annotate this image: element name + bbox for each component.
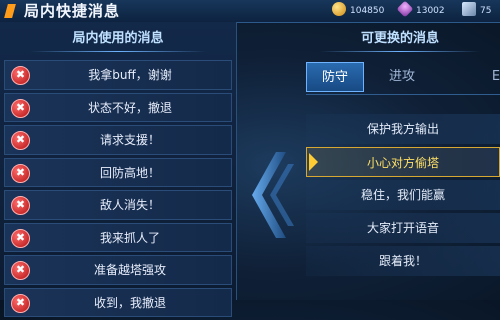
option-item[interactable]: 保护我方输出 bbox=[306, 114, 500, 144]
page-title-text: 局内快捷消息 bbox=[24, 2, 121, 20]
delete-icon[interactable]: ✖ bbox=[11, 228, 30, 248]
gold-coin-icon bbox=[332, 2, 346, 16]
option-item[interactable]: 稳住，我们能赢 bbox=[306, 180, 500, 210]
option-text: 小心对方偷塔 bbox=[366, 156, 439, 170]
message-text: 状态不好，撤退 bbox=[87, 100, 172, 115]
title-accent-mark bbox=[4, 4, 16, 18]
message-text: 请求支援！ bbox=[99, 133, 160, 147]
message-slot[interactable]: ✖ 我拿buff，谢谢 bbox=[4, 60, 232, 90]
option-item[interactable]: 大家打开语音 bbox=[306, 213, 500, 243]
selected-arrow-icon bbox=[309, 153, 318, 171]
tab-attack[interactable]: 进攻 bbox=[372, 62, 432, 92]
message-slot[interactable]: ✖ 状态不好，撤退 bbox=[4, 92, 232, 122]
in-game-messages-title: 局内使用的消息 bbox=[0, 28, 236, 52]
replaceable-messages-title: 可更换的消息 bbox=[300, 28, 500, 52]
tabs-divider bbox=[306, 94, 500, 95]
delete-icon[interactable]: ✖ bbox=[11, 293, 30, 313]
message-text: 我拿buff，谢谢 bbox=[88, 68, 172, 82]
top-bar: 局内快捷消息 104850 13002 75 bbox=[0, 0, 500, 23]
delete-icon[interactable]: ✖ bbox=[11, 261, 30, 280]
in-game-messages-panel: 局内使用的消息 ✖ 我拿buff，谢谢 ✖ 状态不好，撤退 ✖ 请求支援！ ✖ 回防高地… bbox=[0, 22, 237, 317]
gem-counter: 13002 bbox=[396, 0, 445, 20]
message-slot[interactable]: ✖ 请求支援！ bbox=[4, 125, 232, 155]
option-item[interactable]: 跟着我！ bbox=[306, 246, 500, 276]
message-text: 敌人消失！ bbox=[99, 198, 160, 212]
option-item-selected[interactable]: 小心对方偷塔 bbox=[306, 147, 500, 177]
gold-coin-value: 104850 bbox=[350, 6, 385, 16]
message-slot[interactable]: ✖ 我来抓人了 bbox=[4, 222, 232, 252]
in-game-message-list: ✖ 我拿buff，谢谢 ✖ 状态不好，撤退 ✖ 请求支援！ ✖ 回防高地！ ✖ 敌人消失！… bbox=[4, 60, 232, 320]
ticket-value: 75 bbox=[480, 6, 492, 16]
message-slot[interactable]: ✖ 回防高地！ bbox=[4, 157, 232, 187]
tab-defense[interactable]: 防守 bbox=[306, 62, 364, 92]
replaceable-message-list: 保护我方输出 小心对方偷塔 稳住，我们能赢 大家打开语音 跟着我！ bbox=[306, 114, 500, 279]
ticket-counter: 75 bbox=[462, 2, 491, 20]
category-tabs: 防守 进攻 E bbox=[306, 62, 500, 92]
message-text: 回防高地！ bbox=[99, 165, 160, 180]
message-text: 收到，我撤退 bbox=[93, 295, 166, 310]
delete-icon[interactable]: ✖ bbox=[11, 66, 30, 85]
delete-icon[interactable]: ✖ bbox=[11, 98, 30, 118]
ticket-icon bbox=[462, 2, 476, 16]
delete-icon[interactable]: ✖ bbox=[11, 196, 30, 215]
tab-more[interactable]: E bbox=[486, 62, 500, 92]
gem-icon bbox=[396, 0, 414, 18]
delete-icon[interactable]: ✖ bbox=[11, 131, 30, 150]
delete-icon[interactable]: ✖ bbox=[11, 163, 30, 183]
gold-coin-counter: 104850 bbox=[332, 2, 384, 20]
message-slot[interactable]: ✖ 收到，我撤退 bbox=[4, 287, 232, 317]
message-text: 我来抓人了 bbox=[99, 230, 160, 245]
message-slot[interactable]: ✖ 准备越塔强攻 bbox=[4, 255, 232, 285]
page-title: 局内快捷消息 bbox=[4, 1, 121, 21]
message-slot[interactable]: ✖ 敌人消失！ bbox=[4, 190, 232, 220]
chevron-left-icon bbox=[252, 152, 294, 238]
swap-arrow-icon[interactable] bbox=[246, 150, 296, 240]
gem-value: 13002 bbox=[416, 6, 445, 16]
message-text: 准备越塔强攻 bbox=[93, 263, 166, 277]
